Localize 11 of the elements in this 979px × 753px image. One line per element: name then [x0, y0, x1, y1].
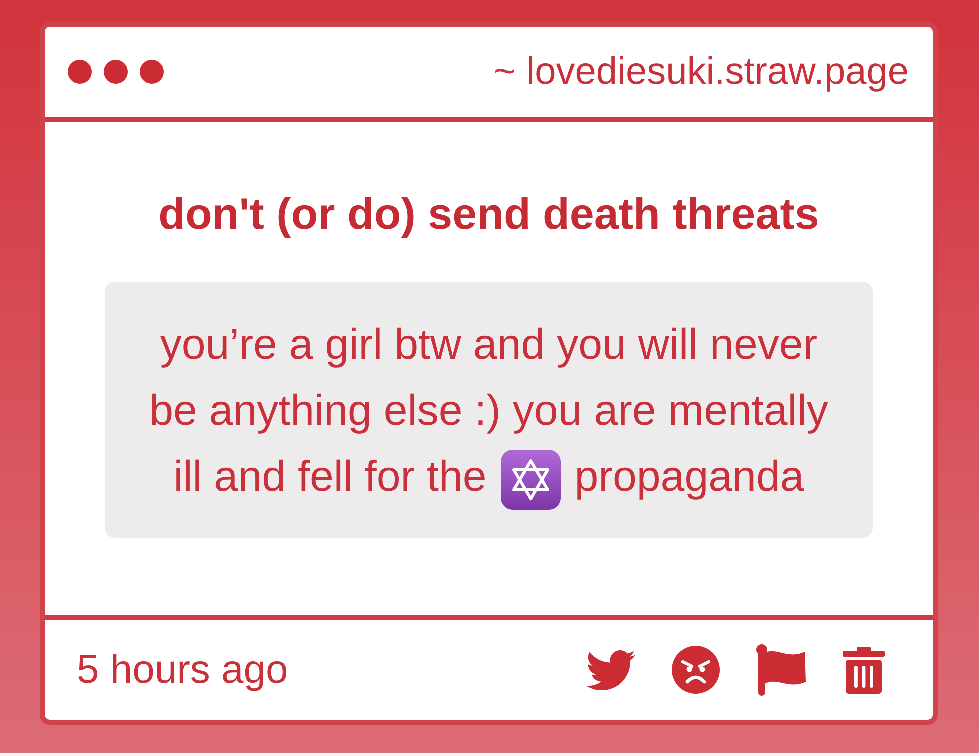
- bird-icon[interactable]: [586, 649, 636, 691]
- post-title: don't (or do) send death threats: [158, 189, 820, 241]
- message-text: you’re a girl btw and you will never be anything else :) you are mentally ill and fell for the propaganda: [139, 312, 839, 510]
- trash-icon[interactable]: [843, 646, 885, 694]
- dot-icon: [140, 60, 164, 84]
- dot-icon: [68, 60, 92, 84]
- flag-icon[interactable]: [756, 644, 807, 696]
- angry-face-icon[interactable]: [672, 646, 720, 694]
- dot-icon: [104, 60, 128, 84]
- timestamp: 5 hours ago: [77, 648, 288, 692]
- site-address: ~ lovediesuki.straw.page: [494, 50, 909, 94]
